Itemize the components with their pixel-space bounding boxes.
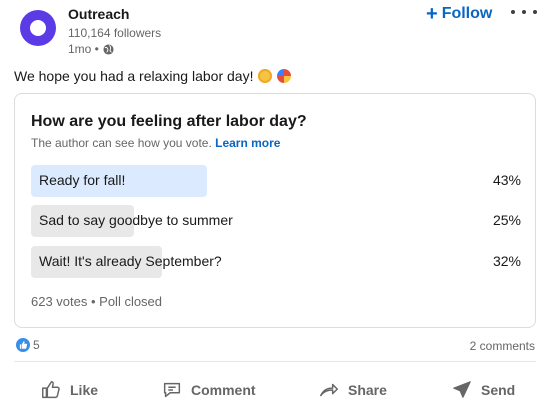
poll-card: How are you feeling after labor day? The… <box>14 93 536 328</box>
comment-icon <box>163 382 181 398</box>
more-icon[interactable] <box>511 4 537 20</box>
poll-option-label: Wait! It's already September? <box>39 253 222 269</box>
share-button[interactable]: Share <box>318 370 387 410</box>
send-button[interactable]: Send <box>451 370 515 410</box>
poll-option: Wait! It's already September? 32% <box>31 246 523 278</box>
poll-option: Sad to say goodbye to summer 25% <box>31 205 523 237</box>
poll-note-text: The author can see how you vote. <box>31 136 212 150</box>
poll-footer: 623 votes • Poll closed <box>31 294 163 309</box>
globe-icon <box>103 43 114 55</box>
poll-option-label: Ready for fall! <box>39 172 126 188</box>
reactions-summary[interactable]: 5 <box>15 337 40 353</box>
divider <box>14 361 536 362</box>
sun-emoji-icon <box>258 69 273 83</box>
plus-icon: + <box>426 3 438 25</box>
like-label: Like <box>70 382 99 398</box>
company-name[interactable]: Outreach <box>68 6 129 22</box>
share-icon <box>320 383 338 397</box>
beach-ball-emoji-icon <box>277 69 292 83</box>
reaction-count: 5 <box>33 338 40 352</box>
learn-more-link[interactable]: Learn more <box>215 136 280 150</box>
poll-question: How are you feeling after labor day? <box>31 113 307 130</box>
poll-note: The author can see how you vote. Learn m… <box>31 136 280 150</box>
like-button[interactable]: Like <box>40 370 98 410</box>
follower-count: 110,164 followers <box>68 26 162 40</box>
poll-option-percent: 32% <box>492 253 521 269</box>
action-bar: Like Comment Share Send <box>0 370 549 410</box>
post-meta: 1mo • <box>68 42 114 56</box>
company-logo[interactable] <box>20 10 56 46</box>
post-time: 1mo • <box>68 42 99 56</box>
follow-label: Follow <box>441 5 493 22</box>
post-body: We hope you had a relaxing labor day! <box>14 68 254 84</box>
poll-option-percent: 25% <box>492 212 521 228</box>
poll-option-percent: 43% <box>492 172 521 188</box>
poll-option-label: Sad to say goodbye to summer <box>39 212 233 228</box>
post-header: Outreach 110,164 followers 1mo • + Follo… <box>0 0 549 62</box>
comments-count[interactable]: 2 comments <box>470 339 535 353</box>
like-reaction-icon <box>15 337 31 353</box>
poll-option: Ready for fall! 43% <box>31 165 523 197</box>
share-label: Share <box>348 382 387 398</box>
like-icon <box>42 381 60 399</box>
comment-button[interactable]: Comment <box>161 370 256 410</box>
send-icon <box>453 381 471 398</box>
comment-label: Comment <box>191 382 256 398</box>
follow-button[interactable]: + Follow <box>426 3 492 25</box>
post-text: We hope you had a relaxing labor day! <box>14 68 292 84</box>
send-label: Send <box>481 382 516 398</box>
